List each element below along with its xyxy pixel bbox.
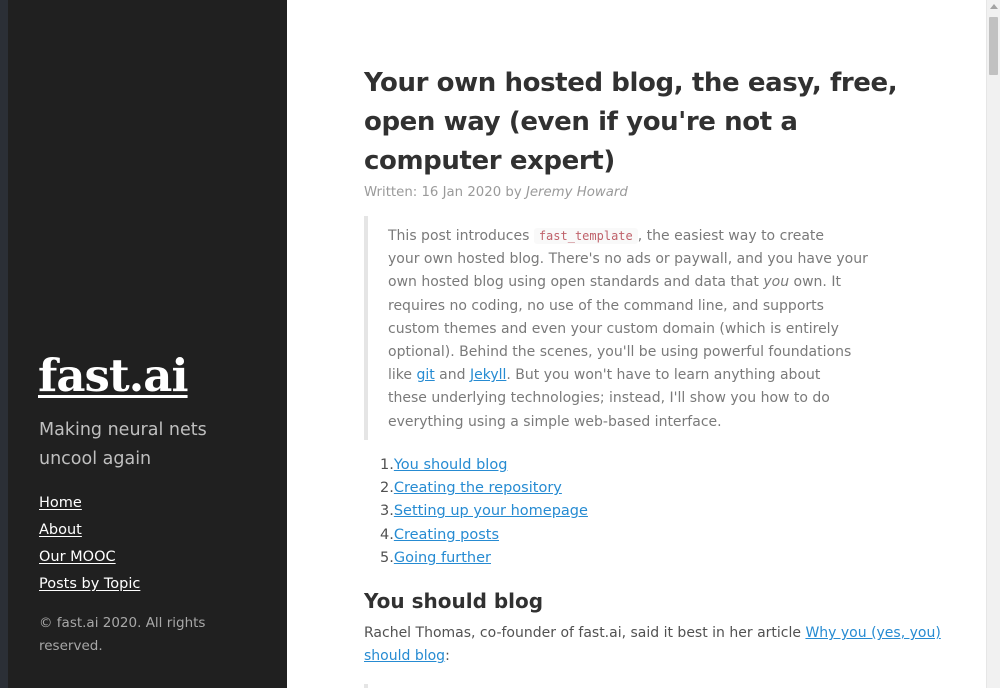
sidebar-edge [0,0,8,688]
toc-item: 2.Creating the repository [380,477,588,500]
intro-text: own. It [789,274,841,291]
sidebar: fast.ai Making neural nets uncool again … [0,0,287,688]
intro-line: requires no coding, no use of the comman… [388,297,824,314]
toc-link-homepage[interactable]: Setting up your homepage [394,503,588,519]
table-of-contents: 1.You should blog 2.Creating the reposit… [380,454,588,570]
page-scrollbar[interactable] [986,0,1000,688]
para-text: : [445,648,450,665]
section-paragraph: Rachel Thomas, co-founder of fast.ai, sa… [364,622,941,668]
nav-link-home[interactable]: Home [39,495,82,511]
toc-number: 4. [380,526,394,543]
next-blockquote-border [364,684,368,688]
intro-text: and [434,367,470,384]
intro-text: This post introduces [388,228,534,244]
nav-link-about[interactable]: About [39,522,82,538]
intro-line: everything using a simple web-based inte… [388,413,722,430]
inline-code: fast_template [533,228,638,244]
para-line: should blog: [364,645,904,668]
toc-number: 3. [380,503,394,520]
intro-line: these underlying technologies; instead, … [388,390,830,407]
toc-link-creating-posts[interactable]: Creating posts [394,527,499,543]
intro-line: This post introduces fast_template, the … [388,225,844,248]
toc-item: 4.Creating posts [380,524,588,547]
intro-line: custom themes and even your custom domai… [388,320,839,337]
nav-link-mooc[interactable]: Our MOOC [39,549,116,565]
article-link-part2[interactable]: should blog [364,648,445,664]
intro-text: . But you won't have to learn anything a… [506,367,821,384]
nav-item-mooc: Our MOOC [39,545,140,572]
nav-item-about: About [39,518,140,545]
post-date: Written: 16 Jan 2020 by [364,185,526,200]
intro-text: like [388,367,417,384]
toc-link-going-further[interactable]: Going further [394,550,491,566]
intro-line: your own hosted blog. There's no ads or … [388,251,868,268]
toc-number: 2. [380,480,394,497]
toc-item: 1.You should blog [380,454,588,477]
article-link-part1[interactable]: Why you (yes, you) [805,625,940,641]
intro-blockquote: This post introduces fast_template, the … [364,216,868,440]
intro-text: , the easiest way to create [637,228,825,244]
jekyll-link[interactable]: Jekyll [470,367,506,383]
toc-number: 1. [380,457,394,473]
brand-logo-link[interactable]: fast.ai [38,350,189,402]
site-tagline: Making neural nets uncool again [39,420,207,469]
intro-text: own hosted blog using open standards and… [388,274,764,291]
scrollbar-thumb[interactable] [989,17,998,75]
intro-line: optional). Behind the scenes, you'll be … [388,344,852,361]
post-author: Jeremy Howard [525,185,628,200]
post-meta: Written: 16 Jan 2020 by Jeremy Howard [364,182,924,204]
post-content: Your own hosted blog, the easy, free, op… [364,64,924,204]
toc-number: 5. [380,549,394,566]
intro-line: like git and Jekyll. But you won't have … [388,364,844,387]
nav-link-topics[interactable]: Posts by Topic [39,576,140,592]
git-link[interactable]: git [416,367,434,383]
nav-item-home: Home [39,491,140,518]
toc-link-creating-repository[interactable]: Creating the repository [394,480,562,496]
post-title: Your own hosted blog, the easy, free, op… [364,68,898,176]
section-heading-you-should-blog: You should blog [364,589,544,613]
para-line: Rachel Thomas, co-founder of fast.ai, sa… [364,622,941,645]
toc-item: 5.Going further [380,547,588,570]
copyright-notice: © fast.ai 2020. All rights reserved. [39,615,206,654]
scroll-up-arrow-icon[interactable] [990,4,998,9]
nav-item-topics: Posts by Topic [39,572,140,599]
intro-line: own hosted blog using open standards and… [388,271,844,294]
toc-item: 3.Setting up your homepage [380,500,588,523]
toc-link-you-should-blog[interactable]: You should blog [394,457,508,473]
sidebar-nav: Home About Our MOOC Posts by Topic [39,491,140,599]
para-text: Rachel Thomas, co-founder of fast.ai, sa… [364,625,806,641]
emphasis-text: you [763,274,790,291]
